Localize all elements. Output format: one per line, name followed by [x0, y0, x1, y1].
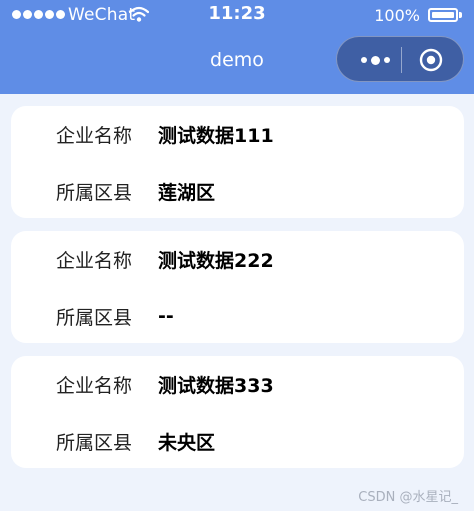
- company-name-label: 企业名称: [56, 124, 133, 147]
- district-label: 所属区县: [56, 431, 133, 454]
- district-value: 莲湖区: [158, 181, 216, 204]
- battery-icon: [428, 8, 462, 22]
- company-name-value: 测试数据333: [158, 374, 274, 397]
- company-card[interactable]: 企业名称 测试数据333 所属区县 未央区: [11, 356, 464, 468]
- company-list: 企业名称 测试数据111 所属区县 莲湖区 企业名称 测试数据222 所属区县 …: [11, 106, 464, 481]
- close-circle-icon[interactable]: [418, 47, 444, 73]
- company-card[interactable]: 企业名称 测试数据111 所属区县 莲湖区: [11, 106, 464, 218]
- status-bar: WeChat 11:23 100%: [0, 0, 474, 30]
- district-row: 所属区县 --: [56, 301, 174, 331]
- district-label: 所属区县: [56, 306, 133, 329]
- company-name-value: 测试数据111: [158, 124, 274, 147]
- district-label: 所属区县: [56, 181, 133, 204]
- more-dots-icon[interactable]: [353, 53, 397, 67]
- company-name-label: 企业名称: [56, 249, 133, 272]
- company-card[interactable]: 企业名称 测试数据222 所属区县 --: [11, 231, 464, 343]
- battery-level-fill: [432, 12, 454, 18]
- district-row: 所属区县 未央区: [56, 426, 215, 456]
- company-name-row: 企业名称 测试数据222: [56, 244, 274, 274]
- company-name-row: 企业名称 测试数据111: [56, 119, 274, 149]
- district-row: 所属区县 莲湖区: [56, 176, 215, 206]
- district-value: 未央区: [158, 431, 216, 454]
- capsule-divider: [401, 47, 402, 73]
- top-bar: WeChat 11:23 100% demo: [0, 0, 474, 94]
- menu-capsule: [336, 36, 464, 82]
- company-name-row: 企业名称 测试数据333: [56, 369, 274, 399]
- company-name-value: 测试数据222: [158, 249, 274, 272]
- watermark: CSDN @水星记_: [358, 490, 458, 505]
- district-value: --: [158, 305, 174, 327]
- company-name-label: 企业名称: [56, 374, 133, 397]
- battery-percent: 100%: [374, 6, 420, 25]
